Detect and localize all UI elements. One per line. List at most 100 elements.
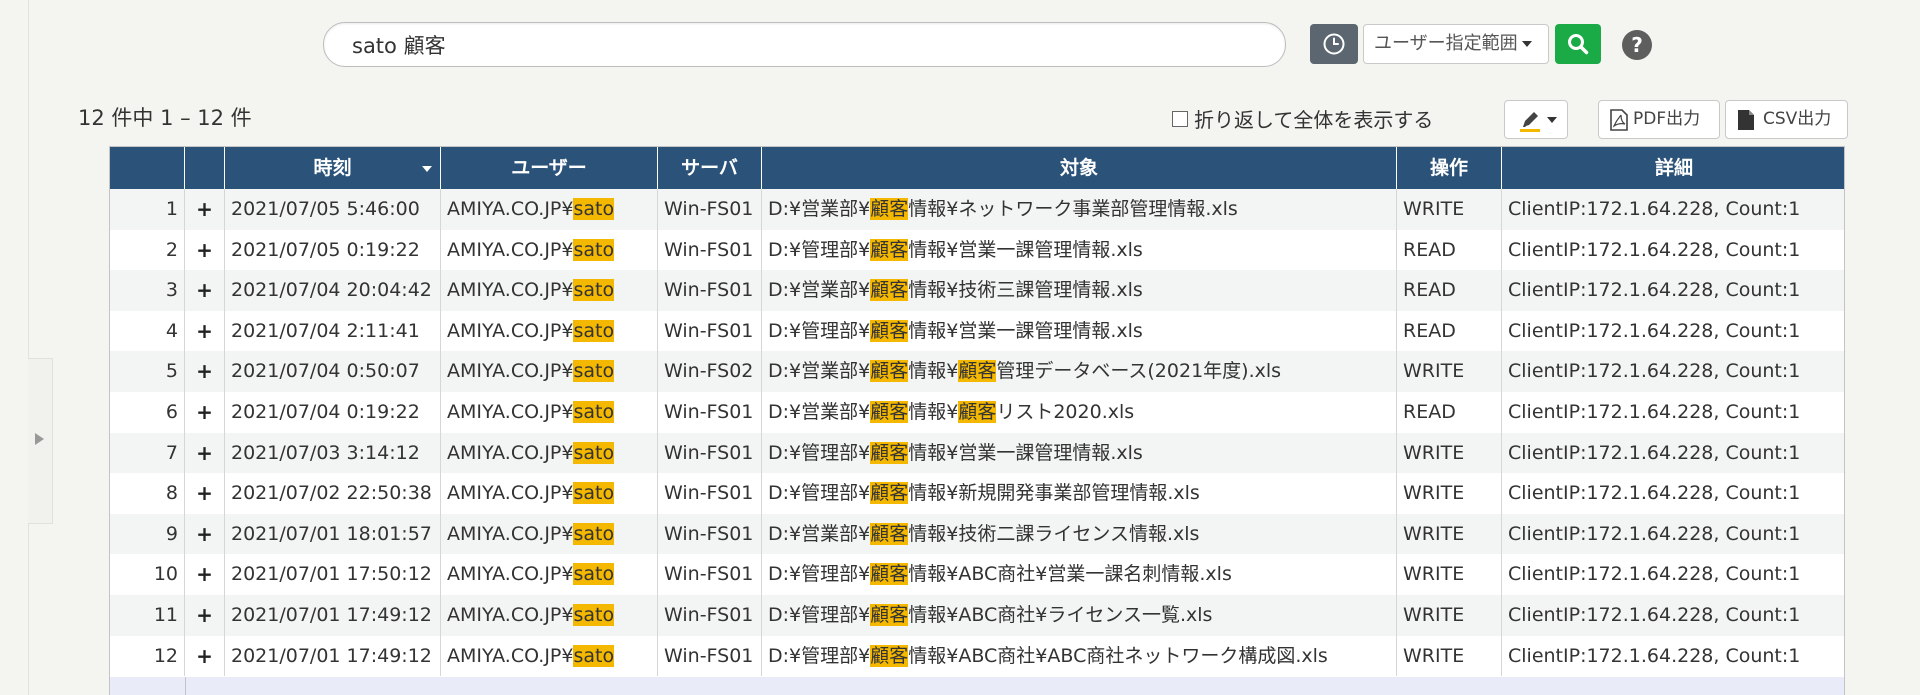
time-cell: 2021/07/02 22:50:38 <box>225 473 441 514</box>
range-select[interactable]: ユーザー指定範囲 <box>1363 24 1549 64</box>
sort-descending-icon[interactable] <box>422 166 432 172</box>
search-box[interactable] <box>323 22 1286 67</box>
expand-row-button[interactable]: + <box>185 595 225 636</box>
time-cell: 2021/07/05 5:46:00 <box>225 189 441 230</box>
expand-row-button[interactable]: + <box>185 229 225 271</box>
target-text: D:¥営業部¥ <box>768 360 871 383</box>
expand-row-button[interactable]: + <box>185 270 225 311</box>
time-cell: 2021/07/01 17:49:12 <box>225 595 441 636</box>
search-highlight: 顧客 <box>870 198 909 220</box>
target-cell: D:¥管理部¥顧客情報¥ABC商社¥ABC商社ネットワーク構成図.xls <box>762 635 1397 677</box>
search-highlight: 顧客 <box>870 238 909 261</box>
expand-row-button[interactable]: + <box>185 351 225 392</box>
user-cell: AMIYA.CO.JP¥sato <box>441 595 658 636</box>
target-text: 情報¥新規開発事業部管理情報.xls <box>908 482 1200 505</box>
row-index: 2 <box>110 229 185 271</box>
operation-cell: WRITE <box>1397 189 1502 230</box>
target-text: 情報¥営業一課管理情報.xls <box>908 441 1143 464</box>
help-icon[interactable]: ? <box>1622 30 1652 60</box>
column-header-user[interactable]: ユーザー <box>441 147 658 189</box>
target-cell: D:¥営業部¥顧客情報¥技術三課管理情報.xls <box>762 270 1397 311</box>
history-button[interactable] <box>1310 24 1358 64</box>
table-row[interactable]: 5 +2021/07/04 0:50:07 AMIYA.CO.JP¥sato Win-… <box>110 351 1844 392</box>
expand-row-button[interactable]: + <box>185 635 225 677</box>
column-header-target[interactable]: 対象 <box>762 147 1397 189</box>
column-header-detail[interactable]: 詳細 <box>1502 147 1844 189</box>
operation-cell: WRITE <box>1397 351 1502 392</box>
wrap-toggle[interactable]: 折り返して全体を表示する <box>1172 104 1433 133</box>
csv-export-button[interactable]: CSV出力 <box>1725 100 1848 139</box>
server-cell: Win-FS01 <box>658 432 762 474</box>
target-cell: D:¥営業部¥顧客情報¥技術二課ライセンス情報.xls <box>762 513 1397 555</box>
table-row[interactable]: 8 +2021/07/02 22:50:38 AMIYA.CO.JP¥sato Win… <box>110 473 1844 514</box>
expand-row-button[interactable]: + <box>185 392 225 433</box>
detail-cell: ClientIP:172.1.64.228, Count:1 <box>1508 198 1801 220</box>
table-row[interactable]: 2 +2021/07/05 0:19:22 AMIYA.CO.JP¥sato Win-… <box>110 229 1844 271</box>
table-row[interactable]: 11 +2021/07/01 17:49:12 AMIYA.CO.JP¥sato Wi… <box>110 595 1844 636</box>
chevron-down-icon <box>1521 41 1532 47</box>
expand-row-button[interactable]: + <box>185 310 225 352</box>
target-cell: D:¥営業部¥顧客情報¥顧客リスト2020.xls <box>762 392 1397 433</box>
target-text: D:¥管理部¥ <box>768 441 871 464</box>
user-cell: AMIYA.CO.JP¥sato <box>441 310 658 352</box>
table-row[interactable]: 4 +2021/07/04 2:11:41 AMIYA.CO.JP¥sato Win-… <box>110 310 1844 352</box>
detail-cell: ClientIP:172.1.64.228, Count:1 <box>1508 563 1801 586</box>
column-header-operation[interactable]: 操作 <box>1397 147 1502 189</box>
row-index: 12 <box>110 635 185 677</box>
detail-cell: ClientIP:172.1.64.228, Count:1 <box>1508 319 1801 342</box>
target-text: 情報¥ABC商社¥営業一課名刺情報.xls <box>908 563 1232 586</box>
expand-row-button[interactable]: + <box>185 513 225 555</box>
time-cell: 2021/07/01 18:01:57 <box>225 513 441 555</box>
search-highlight: 顧客 <box>870 604 909 626</box>
wrap-checkbox[interactable] <box>1172 110 1188 127</box>
expand-arrow-icon[interactable] <box>35 433 44 445</box>
operation-cell: WRITE <box>1397 595 1502 636</box>
row-index: 9 <box>110 513 185 555</box>
table-row[interactable]: 7 +2021/07/03 3:14:12 AMIYA.CO.JP¥sato Win-… <box>110 432 1844 474</box>
table-row[interactable]: 3 +2021/07/04 20:04:42 AMIYA.CO.JP¥sato Win… <box>110 270 1844 311</box>
server-cell: Win-FS02 <box>658 351 762 392</box>
column-header-time[interactable]: 時刻 <box>225 147 441 189</box>
time-cell: 2021/07/04 20:04:42 <box>225 270 441 311</box>
table-row[interactable]: 6 +2021/07/04 0:19:22 AMIYA.CO.JP¥sato Win-… <box>110 392 1844 433</box>
search-highlight: 顧客 <box>870 319 909 342</box>
target-cell: D:¥管理部¥顧客情報¥新規開発事業部管理情報.xls <box>762 473 1397 514</box>
detail-cell: ClientIP:172.1.64.228, Count:1 <box>1508 238 1801 261</box>
user-domain: AMIYA.CO.JP¥ <box>447 238 574 261</box>
target-text: 情報¥ABC商社¥ライセンス一覧.xls <box>908 604 1213 626</box>
target-text: 情報¥ネットワーク事業部管理情報.xls <box>908 198 1238 220</box>
server-cell: Win-FS01 <box>658 595 762 636</box>
wrap-label: 折り返して全体を表示する <box>1194 108 1434 132</box>
sidebar-expand-handle[interactable] <box>28 358 53 524</box>
table-row[interactable]: 1 +2021/07/05 5:46:00 AMIYA.CO.JP¥sato Win-… <box>110 189 1844 230</box>
target-cell: D:¥営業部¥顧客情報¥ネットワーク事業部管理情報.xls <box>762 189 1397 230</box>
table-empty-area <box>110 677 1844 695</box>
expand-row-button[interactable]: + <box>185 432 225 474</box>
user-domain: AMIYA.CO.JP¥ <box>447 482 574 505</box>
table-row[interactable]: 10 +2021/07/01 17:50:12 AMIYA.CO.JP¥sato Wi… <box>110 554 1844 595</box>
operation-cell: READ <box>1397 270 1502 311</box>
target-text: D:¥管理部¥ <box>768 482 871 505</box>
target-text: D:¥管理部¥ <box>768 644 871 667</box>
detail-cell: ClientIP:172.1.64.228, Count:1 <box>1508 604 1801 626</box>
expand-row-button[interactable]: + <box>185 189 225 230</box>
pdf-export-button[interactable]: PDF出力 <box>1598 100 1720 139</box>
target-text: 情報¥営業一課管理情報.xls <box>908 319 1143 342</box>
column-header-server[interactable]: サーバ <box>658 147 762 189</box>
row-index: 5 <box>110 351 185 392</box>
server-cell: Win-FS01 <box>658 392 762 433</box>
search-highlight: sato <box>573 441 615 464</box>
highlighter-button[interactable] <box>1504 100 1568 139</box>
expand-row-button[interactable]: + <box>185 473 225 514</box>
search-highlight: 顧客 <box>870 644 909 667</box>
expand-row-button[interactable]: + <box>185 554 225 595</box>
time-cell: 2021/07/05 0:19:22 <box>225 229 441 271</box>
search-highlight: sato <box>573 319 615 342</box>
pdf-icon <box>1610 109 1628 131</box>
table-row[interactable]: 12 +2021/07/01 17:49:12 AMIYA.CO.JP¥sato Wi… <box>110 635 1844 677</box>
target-text: D:¥営業部¥ <box>768 198 871 220</box>
search-input[interactable] <box>352 23 1252 66</box>
row-index: 4 <box>110 310 185 352</box>
table-row[interactable]: 9 +2021/07/01 18:01:57 AMIYA.CO.JP¥sato Win… <box>110 513 1844 555</box>
search-button[interactable] <box>1555 24 1601 64</box>
